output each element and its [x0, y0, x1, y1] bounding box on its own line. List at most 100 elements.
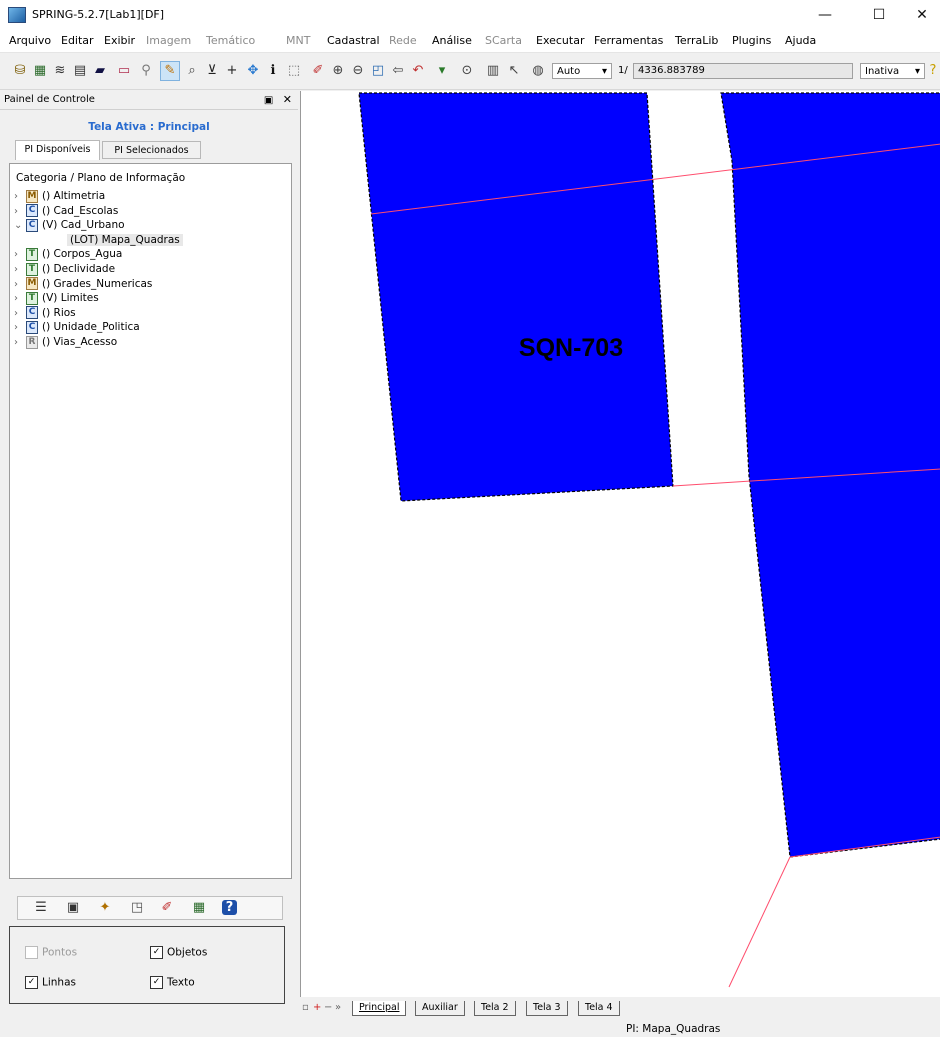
menu-rede[interactable]: Rede — [389, 34, 417, 47]
grid-icon[interactable]: ▤ — [71, 62, 89, 80]
screen-icon[interactable]: ▭ — [115, 62, 133, 80]
cursor-info-icon[interactable]: ⊻ — [203, 62, 221, 80]
menu-ferramentas[interactable]: Ferramentas — [594, 34, 663, 47]
properties-icon[interactable]: ▣ — [64, 899, 82, 917]
chevron-right-icon[interactable]: › — [14, 335, 26, 351]
close-icon[interactable]: ✕ — [283, 93, 292, 106]
tree-item[interactable]: › C() Rios — [14, 305, 76, 321]
report-icon[interactable]: ◳ — [128, 899, 146, 917]
select-icon[interactable]: ⬚ — [285, 62, 303, 80]
tab-tela-2[interactable]: Tela 2 — [474, 1001, 516, 1016]
chevron-down-icon[interactable]: ⌄ — [14, 218, 26, 234]
menu-mnt[interactable]: MNT — [286, 34, 310, 47]
menu-plugins[interactable]: Plugins — [732, 34, 771, 47]
pontos-checkbox[interactable]: Pontos — [25, 946, 77, 959]
minimize-button[interactable]: — — [802, 2, 848, 28]
crosshair-icon[interactable]: + — [223, 62, 241, 80]
block-polygon-right[interactable] — [720, 92, 940, 858]
draw-dropdown-icon[interactable]: ▾ — [433, 62, 451, 80]
screen-tabs: ▫ + − » Principal Auxiliar Tela 2 Tela 3… — [300, 1000, 940, 1018]
category-type-icon: M — [26, 277, 38, 291]
linhas-checkbox[interactable]: ✓ Linhas — [25, 976, 76, 989]
objetos-checkbox[interactable]: ✓ Objetos — [150, 946, 207, 959]
palette-icon[interactable]: ◍ — [529, 62, 547, 80]
category-tree[interactable]: Categoria / Plano de Informação › M () Alt… — [9, 163, 292, 879]
tree-child-label: (LOT) Mapa_Quadras — [67, 233, 183, 246]
menu-ajuda[interactable]: Ajuda — [785, 34, 816, 47]
table-icon[interactable]: ▦ — [190, 899, 208, 917]
tree-item[interactable]: › C() Unidade_Politica — [14, 319, 140, 335]
pointer-plus-icon[interactable]: ↖ — [505, 62, 523, 80]
tab-pi-disponiveis[interactable]: PI Disponíveis — [15, 140, 100, 160]
menu-editar[interactable]: Editar — [61, 34, 94, 47]
tree-item[interactable]: › C() Cad_Escolas — [14, 203, 118, 219]
map-canvas[interactable]: SQN-703 — [300, 91, 940, 997]
menu-cadastral[interactable]: Cadastral — [327, 34, 380, 47]
visual-icon[interactable]: ✦ — [96, 899, 114, 917]
tree-item[interactable]: › T() Declividade — [14, 261, 115, 277]
linhas-label: Linhas — [42, 976, 76, 989]
scale-input[interactable]: 4336.883789 — [633, 63, 853, 79]
menu-analise[interactable]: Análise — [432, 34, 472, 47]
tab-tela-3[interactable]: Tela 3 — [526, 1001, 568, 1016]
chevron-down-icon: ▾ — [914, 66, 920, 77]
tree-item[interactable]: › T (V) Limites — [14, 290, 99, 306]
texto-checkbox[interactable]: ✓ Texto — [150, 976, 195, 989]
info-icon[interactable]: ℹ — [264, 62, 282, 80]
list-icon[interactable]: ☰ — [32, 899, 50, 917]
first-icon[interactable]: ▫ — [302, 1002, 309, 1013]
tree-item[interactable]: › R () Vias_Acesso — [14, 334, 117, 350]
remove-icon[interactable]: − — [324, 1002, 332, 1013]
tree-child-item[interactable]: (LOT) Mapa_Quadras — [67, 232, 183, 248]
undo-icon[interactable]: ↶ — [409, 62, 427, 80]
zoom-out-icon[interactable]: ⊖ — [349, 62, 367, 80]
tree-item-label: (V) Cad_Urbano — [42, 219, 125, 232]
project-icon[interactable]: ▦ — [31, 62, 49, 80]
last-icon[interactable]: » — [335, 1002, 341, 1013]
tree-item-label: () Corpos_Agua — [42, 248, 123, 261]
add-icon[interactable]: + — [313, 1002, 321, 1013]
state-select[interactable]: Inativa ▾ — [860, 63, 925, 79]
menu-terralib[interactable]: TerraLib — [675, 34, 718, 47]
tab-pi-selecionados[interactable]: PI Selecionados — [102, 141, 201, 159]
tree-item[interactable]: ⌄ C (V) Cad_Urbano — [14, 217, 125, 233]
draw-polygon-icon[interactable]: ▰ — [91, 62, 109, 80]
maximize-button[interactable]: ☐ — [856, 2, 902, 28]
texto-label: Texto — [167, 976, 195, 989]
tab-tela-4[interactable]: Tela 4 — [578, 1001, 620, 1016]
layers-icon[interactable]: ≋ — [51, 62, 69, 80]
menu-tematico[interactable]: Temático — [206, 34, 255, 47]
block-polygon-left[interactable] — [358, 92, 674, 502]
tree-item[interactable]: › T() Corpos_Agua — [14, 246, 122, 262]
table-icon[interactable]: ▥ — [484, 62, 502, 80]
block-label: SQN-703 — [519, 334, 623, 362]
menu-scarta[interactable]: SCarta — [485, 34, 522, 47]
menu-arquivo[interactable]: Arquivo — [9, 34, 51, 47]
tool-icon[interactable]: ⚲ — [137, 62, 155, 80]
category-type-icon: T — [26, 247, 38, 261]
map-drawing[interactable]: SQN-703 — [301, 91, 940, 997]
draw-mode-icon[interactable]: ✎ — [160, 61, 180, 81]
zoom-mode-select[interactable]: Auto ▾ — [552, 63, 612, 79]
zoom-area-icon[interactable]: ◰ — [369, 62, 387, 80]
zoom-scale-icon[interactable]: ⊙ — [458, 62, 476, 80]
tree-item[interactable]: › M() Altimetria — [14, 188, 105, 204]
menu-exibir[interactable]: Exibir — [104, 34, 135, 47]
help-icon[interactable]: ? — [927, 62, 939, 80]
menu-imagem[interactable]: Imagem — [146, 34, 191, 47]
tree-item[interactable]: › M() Grades_Numericas — [14, 276, 152, 292]
edit-icon[interactable]: ✐ — [158, 899, 176, 917]
pan-icon[interactable]: ✥ — [244, 62, 262, 80]
edit-pencil-icon[interactable]: ✐ — [309, 62, 327, 80]
zoom-in-icon[interactable]: ⊕ — [329, 62, 347, 80]
close-button[interactable]: ✕ — [904, 2, 940, 28]
menu-executar[interactable]: Executar — [536, 34, 585, 47]
tab-principal[interactable]: Principal — [352, 1001, 407, 1016]
search-icon[interactable]: ⌕ — [183, 62, 201, 80]
help-icon[interactable]: ? — [222, 900, 237, 915]
back-icon[interactable]: ⇦ — [389, 62, 407, 80]
database-icon[interactable]: ⛁ — [11, 62, 29, 80]
tab-auxiliar[interactable]: Auxiliar — [415, 1001, 465, 1016]
float-icon[interactable]: ▣ — [264, 95, 273, 106]
pontos-label: Pontos — [42, 946, 78, 959]
